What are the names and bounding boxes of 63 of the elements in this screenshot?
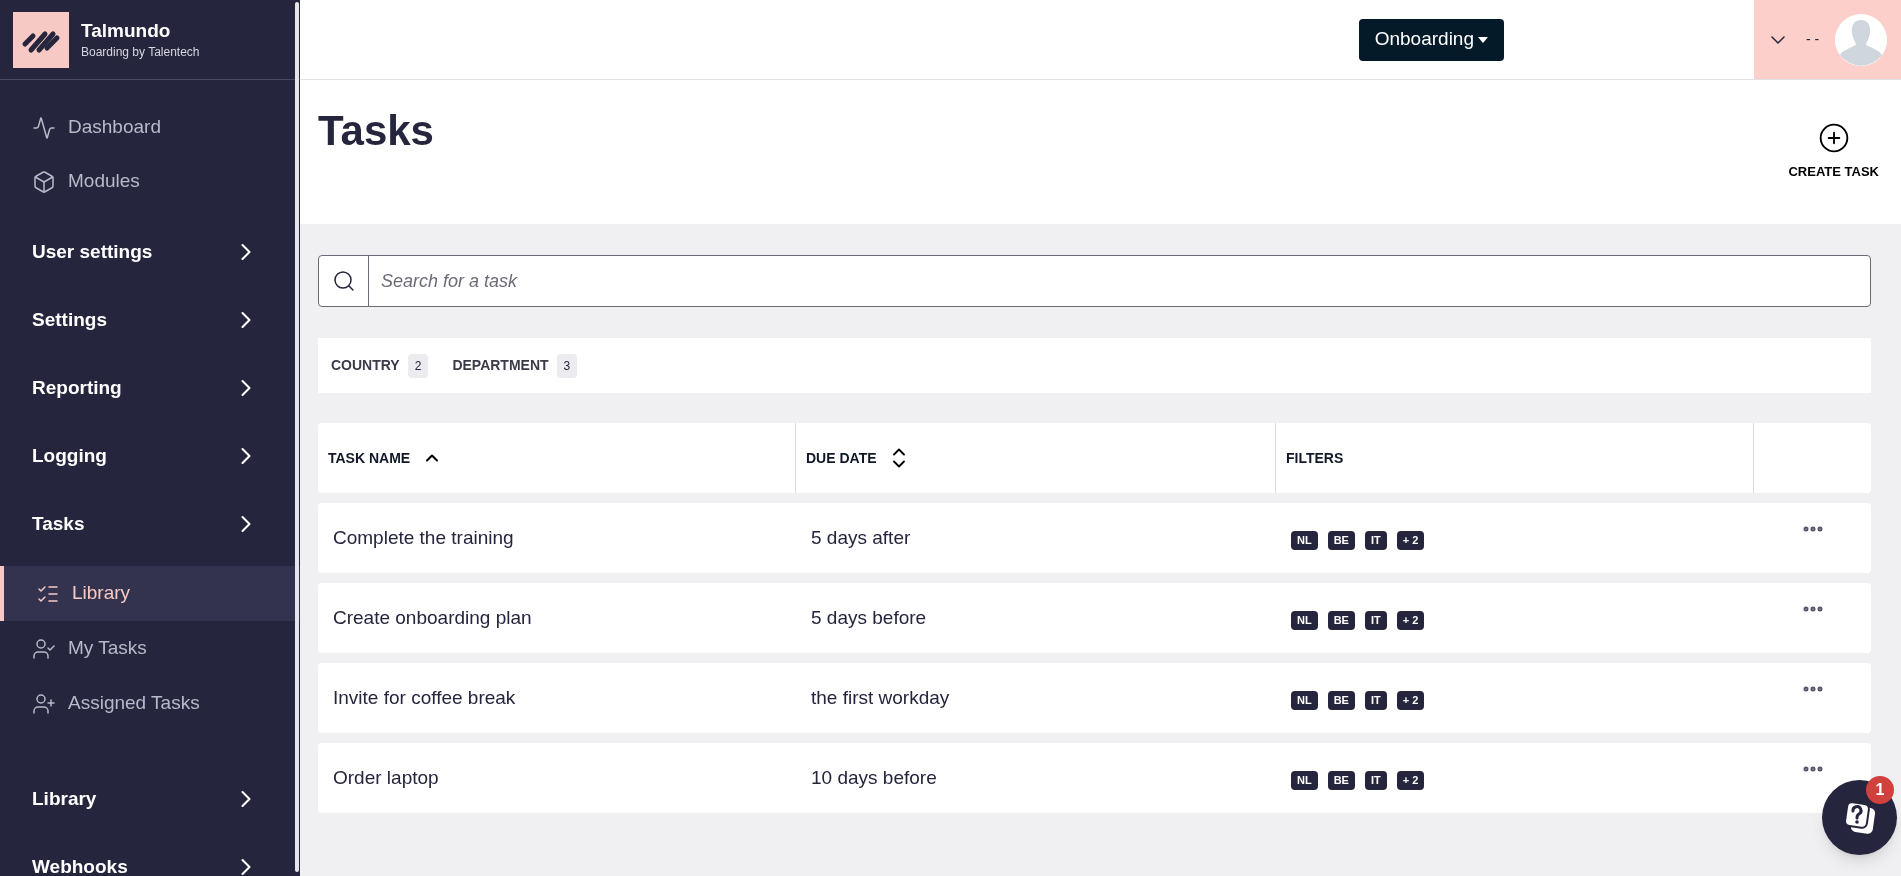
table-row[interactable]: Complete the training 5 days after NL BE IT + 2 <box>318 503 1871 573</box>
table-row[interactable]: Order laptop 10 days before NL BE IT + 2 <box>318 743 1871 813</box>
task-name: Complete the training <box>333 525 514 550</box>
column-header[interactable]: FILTERS <box>1286 447 1344 469</box>
module-dropdown-button[interactable]: Onboarding <box>1358 18 1504 61</box>
sidebar-item[interactable]: Assigned Tasks <box>0 676 300 731</box>
sidebar-section[interactable]: Logging <box>0 422 300 490</box>
task-name: Order laptop <box>333 765 439 790</box>
column-header[interactable]: TASK NAME <box>328 447 411 469</box>
filter-count: 3 <box>556 353 578 378</box>
create-task-button[interactable]: CREATE TASK <box>1788 122 1879 182</box>
sidebar-item[interactable]: Modules <box>0 154 300 209</box>
cube-icon <box>32 169 56 194</box>
filter-label[interactable]: DEPARTMENT <box>452 355 549 376</box>
sidebar-section[interactable]: User settings <box>0 218 300 286</box>
filter-tag: BE <box>1327 690 1355 710</box>
filter-tag: BE <box>1327 610 1355 630</box>
plus-circle-icon <box>1817 122 1850 154</box>
sidebar-section[interactable]: Library <box>0 765 300 833</box>
pulse-icon <box>32 115 56 140</box>
filter-tag: NL <box>1291 530 1318 550</box>
notification-badge: 1 <box>1866 776 1894 804</box>
user-plus-icon <box>32 691 56 716</box>
task-name: Create onboarding plan <box>333 605 532 630</box>
sidebar-item[interactable]: My Tasks <box>0 621 300 676</box>
search-icon <box>331 269 356 293</box>
filter-tag: BE <box>1327 770 1355 790</box>
sidebar-section[interactable]: Settings <box>0 286 300 354</box>
filter-tag: IT <box>1364 530 1387 550</box>
due-date: 5 days before <box>811 605 927 630</box>
due-date: the first workday <box>811 685 950 710</box>
filter-count: 2 <box>407 353 429 378</box>
task-name: Invite for coffee break <box>333 685 516 710</box>
sidebar-section[interactable]: Reporting <box>0 354 300 422</box>
filter-tag: NL <box>1291 690 1318 710</box>
filter-tag: + 2 <box>1396 610 1425 630</box>
sidebar-item[interactable]: Library <box>0 566 300 621</box>
filter-tag: + 2 <box>1396 530 1425 550</box>
sidebar-item[interactable]: Dashboard <box>0 100 300 155</box>
sidebar-section[interactable]: Webhooks <box>0 833 300 876</box>
table-row[interactable]: Invite for coffee break the first workday NL BE IT + 2 <box>318 663 1871 733</box>
column-header[interactable]: DUE DATE <box>806 447 877 469</box>
page-title: Tasks <box>318 110 434 152</box>
filter-label[interactable]: COUNTRY <box>331 355 400 376</box>
filter-tag: + 2 <box>1396 770 1425 790</box>
due-date: 10 days before <box>811 765 937 790</box>
logo-icon <box>13 11 69 68</box>
filter-tag: IT <box>1364 690 1387 710</box>
scrollbar[interactable] <box>295 2 299 872</box>
due-date: 5 days after <box>811 525 911 550</box>
filter-tag: BE <box>1327 530 1355 550</box>
filter-tag: NL <box>1291 610 1318 630</box>
filter-tag: IT <box>1364 770 1387 790</box>
filter-tag: NL <box>1291 770 1318 790</box>
user-name: - - <box>1806 30 1820 49</box>
sidebar-section[interactable]: Tasks <box>0 490 300 558</box>
brand-name: Talmundo <box>81 18 172 43</box>
filter-tag: + 2 <box>1396 690 1425 710</box>
table-row[interactable]: Create onboarding plan 5 days before NL BE IT + 2 <box>318 583 1871 653</box>
user-check-icon <box>32 636 56 661</box>
brand-tagline: Boarding by Talentech <box>81 43 200 61</box>
filter-tag: IT <box>1364 610 1387 630</box>
caret-icon <box>1478 36 1488 43</box>
